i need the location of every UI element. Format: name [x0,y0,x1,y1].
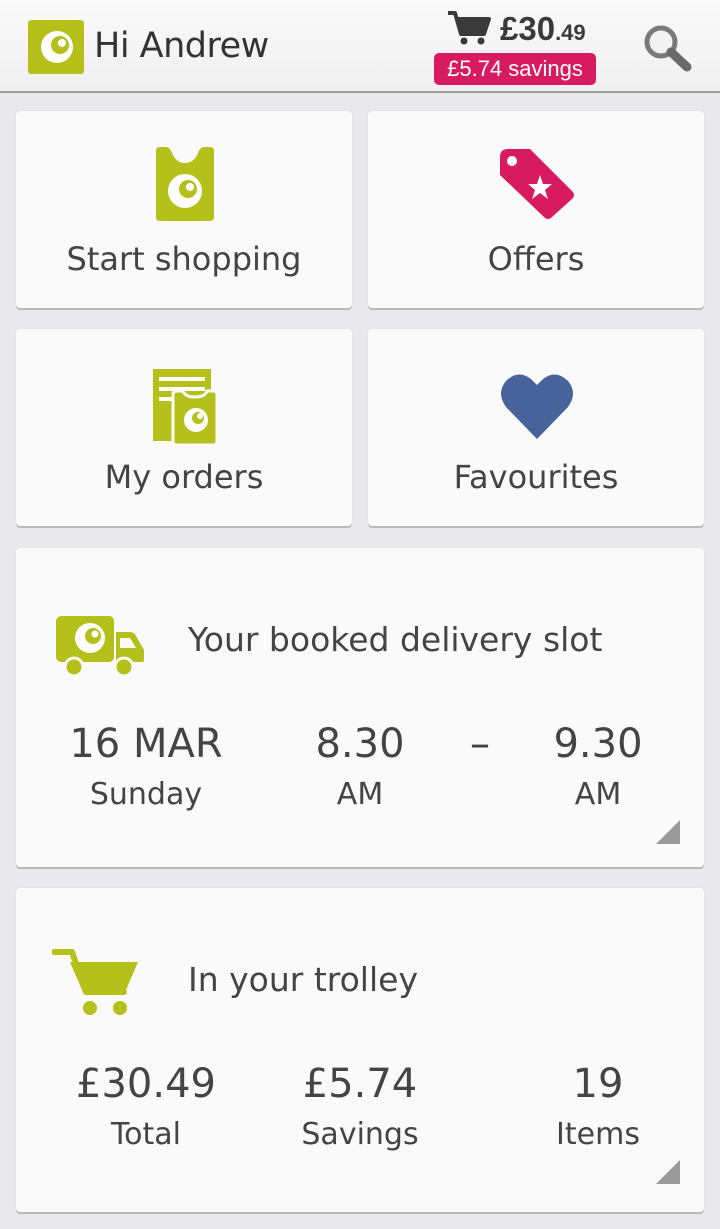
delivery-start-period: AM [336,777,384,812]
trolley-items-label: Items [556,1117,640,1152]
cart-icon[interactable] [446,10,492,51]
tile-label: Offers [487,240,585,278]
orders-icon [151,367,219,450]
start-shopping-tile[interactable]: Start shopping [16,111,352,308]
delivery-end-time: 9.30 [553,721,643,767]
trolley-icon [51,948,140,1023]
trolley-total-label: Total [110,1117,182,1152]
cart-total[interactable]: £30.49 [500,10,586,48]
trolley-title: In your trolley [188,960,418,999]
app-header: Hi Andrew £30.49 £5.74 savings [0,0,720,93]
trolley-total-value: £30.49 [76,1061,216,1107]
corner-arrow-icon [656,820,680,844]
delivery-start-time: 8.30 [315,721,405,767]
trolley-savings-label: Savings [301,1117,419,1152]
cart-total-pounds: £30 [500,10,556,47]
trolley-card[interactable]: In your trolley £30.49 Total £5.74 Savin… [16,888,704,1212]
shopping-bag-icon [152,145,218,228]
delivery-day: Sunday [89,777,203,812]
tile-label: My orders [104,458,264,496]
delivery-van-icon [54,612,146,683]
trolley-items-value: 19 [572,1061,624,1107]
favourites-tile[interactable]: Favourites [368,329,704,526]
delivery-date: 16 MAR [69,721,223,767]
savings-badge[interactable]: £5.74 savings [434,53,596,85]
delivery-slot-title: Your booked delivery slot [188,620,603,659]
delivery-end-period: AM [574,777,622,812]
offers-tile[interactable]: Offers [368,111,704,308]
tile-label: Start shopping [66,240,302,278]
trolley-savings-value: £5.74 [302,1061,418,1107]
delivery-slot-card[interactable]: Your booked delivery slot 16 MAR Sunday … [16,548,704,867]
greeting-text: Hi Andrew [94,26,269,66]
corner-arrow-icon [656,1160,680,1184]
my-orders-tile[interactable]: My orders [16,329,352,526]
time-separator: – [470,721,490,767]
brand-logo-icon[interactable] [28,20,84,74]
tile-label: Favourites [453,458,619,496]
cart-total-pence: .49 [555,20,586,45]
offer-tag-icon [496,145,576,226]
search-icon[interactable] [640,22,694,77]
heart-icon [500,371,574,446]
